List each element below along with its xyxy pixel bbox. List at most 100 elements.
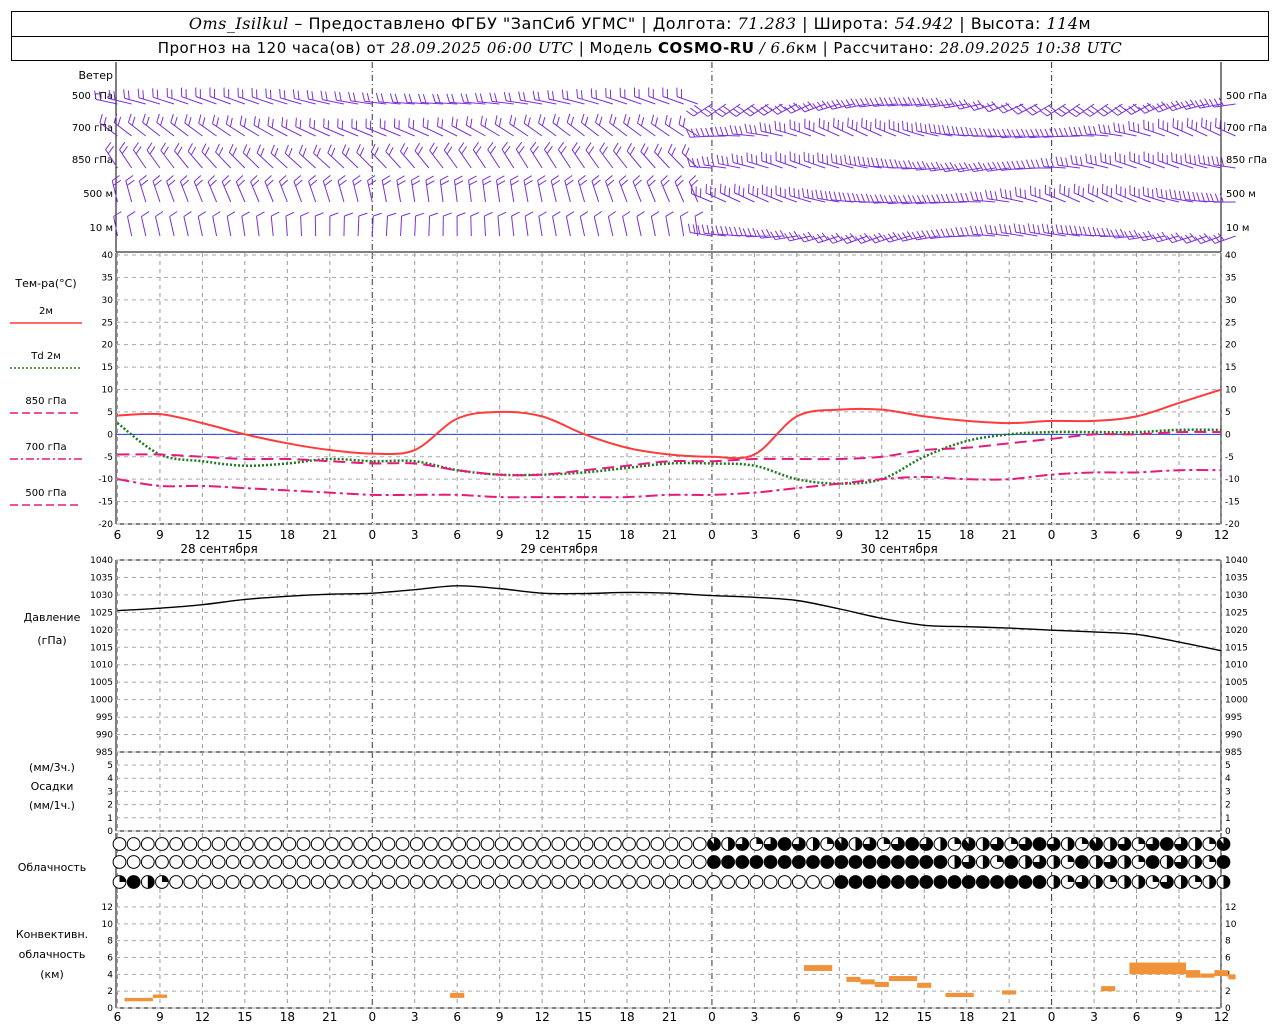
wind-barb-feather <box>237 179 246 187</box>
wind-barb-feather <box>352 175 361 182</box>
cloud-symbol <box>155 875 169 889</box>
wind-barb-feather <box>1160 188 1163 199</box>
wind-barb-feather <box>1035 159 1040 169</box>
wind-barb-staff <box>128 122 147 137</box>
wind-barb-feather <box>965 193 970 202</box>
wind-barb <box>183 211 192 237</box>
wind-barb-feather <box>595 89 597 99</box>
cloud-circle <box>678 855 693 869</box>
cloud-symbol <box>296 855 311 869</box>
wind-barb-feather <box>160 116 164 126</box>
time-tick-label: 6 <box>1133 528 1141 542</box>
wind-barb <box>618 175 629 203</box>
wind-barb-feather <box>266 179 274 187</box>
cloud-symbol <box>140 837 155 851</box>
wind-barb-feather <box>1015 105 1023 113</box>
wind-barb-feather <box>1195 121 1198 131</box>
wind-barb-staff <box>609 122 628 137</box>
wind-barb <box>235 175 246 203</box>
wind-barb-feather <box>411 175 420 181</box>
cloud-circle <box>523 855 537 869</box>
cloud-symbol <box>1075 875 1089 889</box>
wind-barb-feather <box>875 157 880 167</box>
temperature-tick-label-left: 30 <box>102 296 114 306</box>
cloud-symbol <box>947 855 962 869</box>
cloud-symbol <box>1089 837 1103 851</box>
wind-barb-feather <box>397 180 406 186</box>
pressure-tick-label-right: 1000 <box>1225 696 1248 706</box>
cloud-circle <box>862 875 877 889</box>
wind-barb-feather <box>1045 158 1050 168</box>
cloud-symbol <box>607 837 622 851</box>
cloud-symbol <box>169 855 184 869</box>
cloud-symbol <box>1046 837 1061 851</box>
wind-barb-feather <box>725 226 729 236</box>
wind-barb-feather <box>833 191 837 201</box>
wind-barb <box>381 175 392 203</box>
wind-barb <box>410 175 421 203</box>
wind-barb-feather <box>566 211 575 217</box>
wind-barb-feather <box>156 113 160 123</box>
wind-barb-feather <box>432 146 438 155</box>
wind-barb <box>662 87 684 105</box>
cloud-symbol <box>1103 875 1118 889</box>
wind-barb-feather <box>828 191 833 200</box>
wind-barb <box>1129 185 1151 203</box>
cloud-circle <box>607 837 622 851</box>
wind-barb <box>577 175 588 203</box>
cloud-symbol <box>1202 875 1217 889</box>
wind-barb-feather <box>1086 108 1095 115</box>
cloud-cover-panel: Облачность <box>18 837 1231 889</box>
wind-barb-feather <box>1186 117 1189 127</box>
cloud-symbol <box>579 875 594 889</box>
wind-barb <box>1172 118 1194 137</box>
wind-barb-feather <box>798 189 800 199</box>
wind-barb-feather <box>1155 187 1159 197</box>
wind-barb-staff <box>468 180 472 203</box>
wind-barb-feather <box>1013 223 1017 233</box>
wind-barb-feather <box>1074 225 1078 235</box>
wind-barb-feather <box>985 189 988 199</box>
wind-barb-feather <box>1055 156 1059 166</box>
wind-barb-feather <box>585 142 592 151</box>
cloud-circle <box>777 875 792 889</box>
wind-barb-staff <box>626 150 642 169</box>
convective-cloud-bar <box>450 992 465 998</box>
cloud-symbol <box>650 837 665 851</box>
precipitation-unit-3h: (мм/3ч.) <box>29 761 75 774</box>
cloud-symbol <box>1103 837 1118 851</box>
wind-barb-staff <box>174 150 189 169</box>
wind-barb-feather <box>339 92 342 102</box>
wind-barb <box>379 118 401 137</box>
wind-barb-feather <box>270 144 275 154</box>
wind-barb-feather <box>716 154 720 164</box>
wind-barb-feather <box>714 126 719 136</box>
cloud-symbol <box>395 837 410 851</box>
cloud-circle <box>197 855 212 869</box>
wind-barb-feather <box>188 117 192 126</box>
wind-barb-feather <box>759 122 762 132</box>
wind-barb <box>774 120 798 137</box>
wind-barb <box>648 87 670 105</box>
wind-barb-feather <box>578 175 586 182</box>
wind-barb-feather <box>487 141 494 150</box>
wind-barb <box>1115 184 1137 203</box>
wind-barb-feather <box>235 175 244 183</box>
pressure-tick-label-right: 1035 <box>1225 573 1248 583</box>
wind-barb-feather <box>940 228 946 238</box>
wind-barb <box>267 116 288 137</box>
cloud-circle <box>692 837 707 851</box>
wind-barb-feather <box>309 179 318 187</box>
wind-barb <box>152 88 175 105</box>
cloud-symbol <box>466 837 481 851</box>
wind-barb <box>1059 184 1081 203</box>
wind-barb <box>636 211 645 237</box>
wind-barb-feather <box>1019 188 1022 198</box>
cloud-circle <box>735 875 750 889</box>
wind-barb-feather <box>465 93 469 103</box>
cloud-fill-sector <box>1166 855 1174 869</box>
wind-barb-feather <box>668 117 672 127</box>
temperature-tick-label-right: 20 <box>1225 341 1237 351</box>
wind-barb-feather <box>279 88 281 98</box>
wind-barb-feather <box>532 90 536 100</box>
